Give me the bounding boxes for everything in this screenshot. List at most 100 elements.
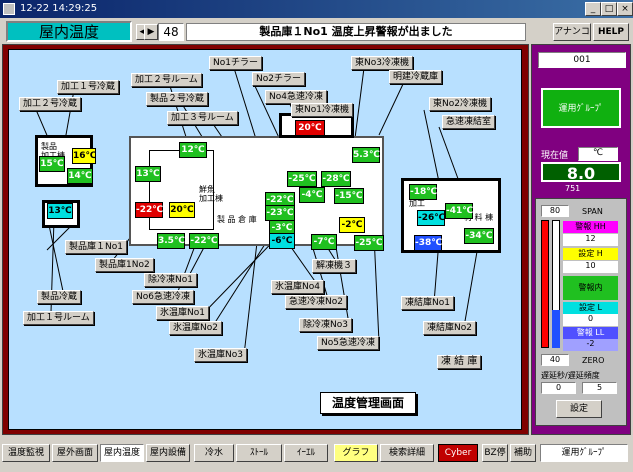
label-chiller2[interactable]: No2チラー [252, 72, 305, 86]
nav-iel[interactable]: ｲｰｴﾙ [284, 444, 328, 462]
temp-tile[interactable]: -26℃ [417, 210, 445, 226]
temp-tile[interactable]: 15℃ [39, 156, 65, 172]
delay-label: 遅延秒/遅延頻度 [541, 371, 600, 380]
label-proc1-cold[interactable]: 加工１号冷蔵 [57, 80, 120, 94]
label-prod2-cold[interactable]: 製品２号冷蔵 [146, 92, 209, 106]
temp-tile[interactable]: -7℃ [311, 234, 337, 250]
help-button[interactable]: HELP [593, 23, 629, 41]
temp-tile[interactable]: -38℃ [414, 235, 442, 251]
screen-name: 屋内温度 [6, 21, 132, 42]
label-rapid2[interactable]: 急速冷凍No2 [285, 295, 347, 309]
label-proc1-room[interactable]: 加工１号ルーム [23, 311, 94, 325]
annunciator-button[interactable]: アナンコ [553, 23, 591, 41]
nav-stall[interactable]: ｽﾄｰﾙ [236, 444, 282, 462]
label-ice3[interactable]: 氷温庫No3 [194, 348, 247, 362]
label-product-cold[interactable]: 製品冷蔵 [37, 290, 82, 304]
label-defrost3[interactable]: 除冷凍No3 [299, 318, 352, 332]
current-label: 現在値 [541, 151, 569, 161]
label-no4-rapid[interactable]: No4急速冷凍 [265, 90, 327, 104]
gauge-bar-level [552, 310, 560, 348]
temp-tile[interactable]: -4℃ [299, 187, 325, 203]
label-freezer1[interactable]: 凍結庫No1 [401, 296, 454, 310]
span-value: 80 [541, 205, 569, 217]
floor-plan-canvas: 製品 加工棟 鮮魚 加工棟 製 品 倉 庫 冷凍 加工 材 料 棟 加工１号冷蔵… [8, 49, 522, 430]
nav-indoor-temp[interactable]: 屋内温度 [100, 444, 144, 462]
label-freezer-main[interactable]: 凍 結 庫 [437, 355, 482, 369]
temp-tile[interactable]: -15℃ [334, 188, 364, 204]
temp-tile[interactable]: 13℃ [47, 203, 73, 219]
setpoint-h-value[interactable]: 10 [563, 261, 618, 273]
temp-tile[interactable]: 20℃ [169, 202, 195, 218]
current-sub: 751 [565, 184, 581, 193]
minimize-button[interactable]: _ [585, 2, 601, 16]
temp-tile[interactable]: 3.5℃ [157, 233, 185, 249]
temp-tile[interactable]: -18℃ [409, 184, 437, 200]
setting-button[interactable]: 設定 [556, 400, 602, 418]
alarm-hh-value[interactable]: 12 [563, 234, 618, 246]
label-ice1[interactable]: 氷温庫No1 [156, 306, 209, 320]
temp-tile[interactable]: -28℃ [321, 171, 351, 187]
temp-tile[interactable]: -41℃ [445, 203, 473, 219]
label-prod1-no1[interactable]: 製品庫１No1 [65, 240, 127, 254]
alarm-ll-value[interactable]: -2 [563, 339, 618, 351]
gauge-bar-red [541, 220, 549, 348]
label-ice2[interactable]: 氷温庫No2 [169, 321, 222, 335]
mode-button[interactable]: 運用ｸﾞﾙｰﾌﾟ [541, 88, 621, 128]
next-page-button[interactable]: ▶ [144, 24, 158, 40]
nav-aux[interactable]: 補助 [510, 444, 536, 462]
delay-a[interactable]: 0 [541, 382, 576, 394]
temp-tile[interactable]: 13℃ [135, 166, 161, 182]
alarm-ll-label: 警報 LL [563, 327, 618, 339]
nav-graph[interactable]: グラフ [334, 444, 378, 462]
label-defrost1[interactable]: 除冷凍No1 [144, 273, 197, 287]
close-button[interactable]: × [617, 2, 633, 16]
tag-number: 001 [538, 52, 626, 68]
group-select[interactable]: 運用ｸﾞﾙｰﾌﾟ [540, 444, 628, 462]
temp-tile[interactable]: -22℃ [189, 233, 219, 249]
label-proc2-cold[interactable]: 加工２号冷蔵 [19, 97, 82, 111]
label-chiller1[interactable]: No1チラー [209, 56, 262, 70]
label-proc3-room[interactable]: 加工３号ルーム [167, 111, 238, 125]
setpoint-l-label: 設定 L [563, 302, 618, 314]
label-ice4[interactable]: 氷温庫No4 [271, 280, 324, 294]
temp-tile[interactable]: -25℃ [354, 235, 384, 251]
temp-tile-alarm[interactable]: -22℃ [135, 202, 163, 218]
label-east2[interactable]: 東No2冷凍機 [429, 97, 491, 111]
maximize-button[interactable]: □ [601, 2, 617, 16]
zero-value: 40 [541, 354, 569, 366]
temp-tile[interactable]: 14℃ [67, 168, 93, 184]
window-titlebar: 12-22 14:29:25 _ □ × [0, 0, 633, 18]
temp-tile[interactable]: -34℃ [464, 228, 494, 244]
temp-tile-alarm[interactable]: 20℃ [295, 120, 325, 136]
temp-tile[interactable]: -2℃ [339, 217, 365, 233]
temp-tile[interactable]: -23℃ [265, 205, 295, 221]
nav-chilled-water[interactable]: 冷水 [194, 444, 234, 462]
app-icon [3, 3, 15, 15]
label-no5-rapid[interactable]: No5急速冷凍 [317, 336, 379, 350]
nav-temp-monitor[interactable]: 温度監視 [2, 444, 50, 462]
delay-b[interactable]: 5 [582, 382, 617, 394]
label-east1[interactable]: 東No1冷凍機 [291, 103, 353, 117]
label-freezer2[interactable]: 凍結庫No2 [423, 321, 476, 335]
nav-indoor-equip[interactable]: 屋内設備 [146, 444, 190, 462]
label-prod1-no2[interactable]: 製品庫1No2 [95, 258, 154, 272]
label-thaw3[interactable]: 解凍機３ [312, 259, 357, 273]
in-alarm-status: 警報内 [563, 276, 618, 300]
nav-outdoor[interactable]: 屋外画面 [52, 444, 98, 462]
nav-bz-stop[interactable]: BZ停 [482, 444, 508, 462]
label-no6-rapid[interactable]: No6急速冷凍 [132, 290, 194, 304]
label-proc2-room[interactable]: 加工２号ルーム [131, 73, 202, 87]
nav-cyber[interactable]: Cyber [438, 444, 478, 462]
label-rapid-freeze[interactable]: 急速凍結室 [442, 115, 496, 129]
temp-tile[interactable]: -6℃ [269, 233, 295, 249]
temp-tile[interactable]: -25℃ [287, 171, 317, 187]
page-number: 48 [158, 23, 184, 41]
label-meiken[interactable]: 明建冷蔵庫 [389, 70, 443, 84]
label-east3[interactable]: 東No3冷凍機 [351, 56, 413, 70]
nav-search-detail[interactable]: 検索詳細 [380, 444, 434, 462]
setpoint-l-value[interactable]: 0 [563, 314, 618, 326]
temp-tile[interactable]: 5.3℃ [352, 147, 380, 163]
temp-tile[interactable]: 16℃ [72, 148, 96, 164]
temp-tile[interactable]: 12℃ [179, 142, 207, 158]
alarm-message: 製品庫１No1 温度上昇警報が出ました [186, 23, 526, 41]
